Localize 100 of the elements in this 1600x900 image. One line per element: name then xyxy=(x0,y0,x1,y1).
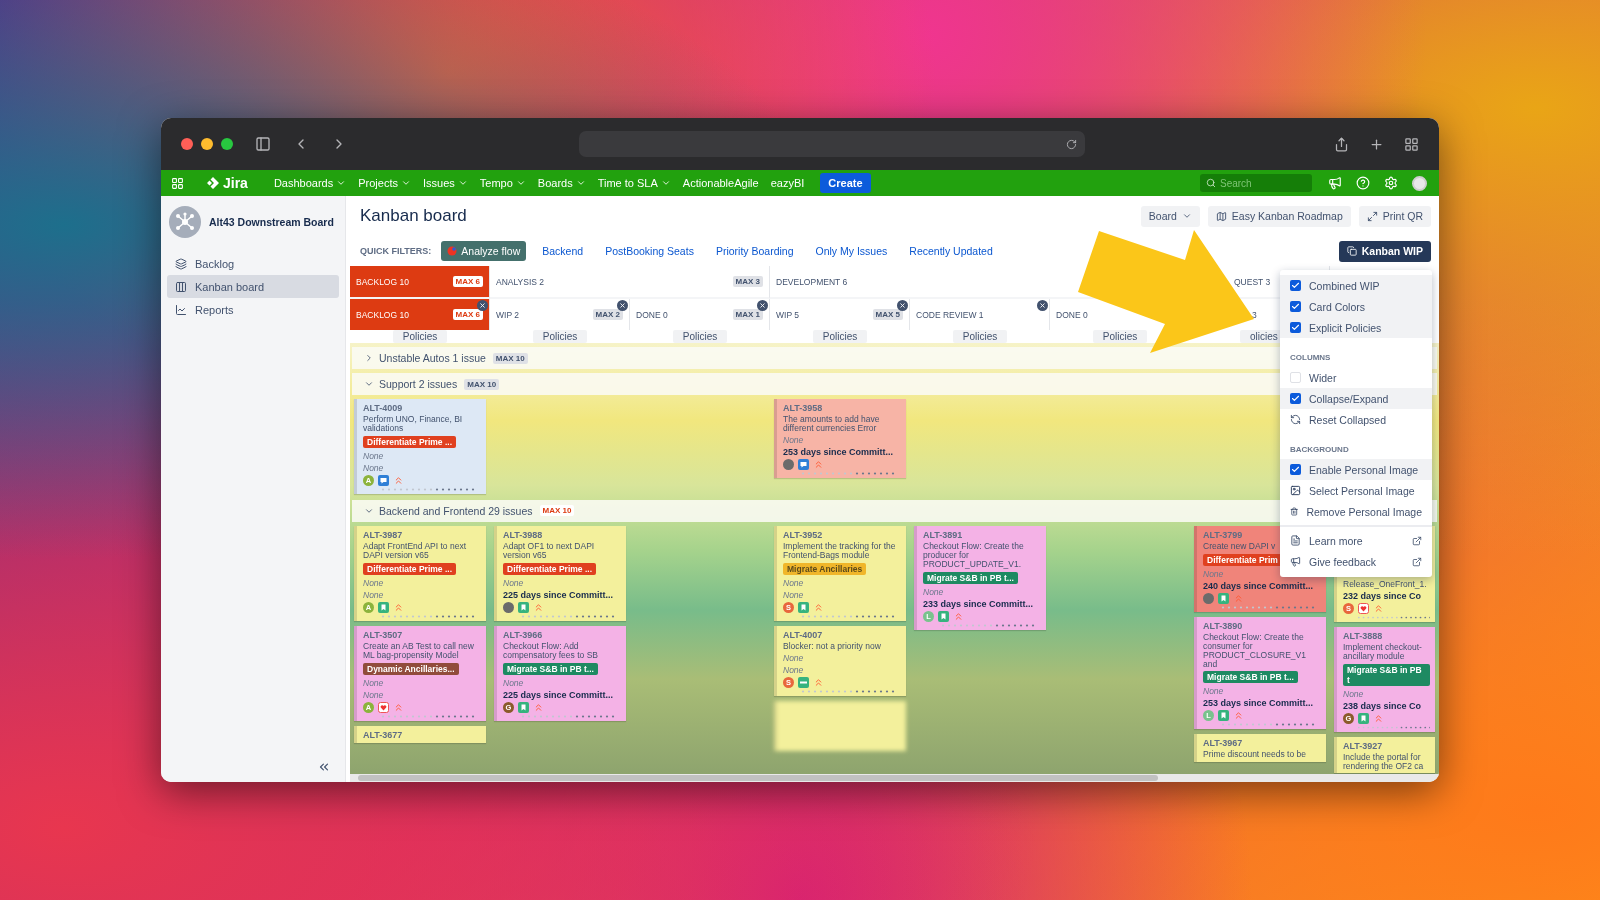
column-title: QUEST 3 xyxy=(1234,276,1271,287)
empty-field: None xyxy=(783,577,901,588)
issue-summary: Create an AB Test to call new ML bag-propensity Model xyxy=(363,641,475,660)
epic-label: Migrate Ancillaries xyxy=(783,562,867,575)
issue-key: ALT-3891 xyxy=(923,529,1041,540)
empty-field: None xyxy=(503,577,621,588)
wip-limit-badge: MAX 10 xyxy=(492,352,528,364)
menu-item-label: Card Colors xyxy=(1309,300,1366,313)
issue-summary: Release_OneFront_1. xyxy=(1343,579,1428,589)
issue-key: ALT-3966 xyxy=(503,629,621,640)
column-title: DEVELOPMENT 6 xyxy=(776,276,848,287)
empty-field: None xyxy=(363,689,481,700)
project-name: Alt43 Downstream Board xyxy=(209,216,334,228)
wip-limit-badge: MAX 6 xyxy=(452,309,483,320)
wip-limit-badge: MAX 5 xyxy=(872,309,903,320)
empty-field: None xyxy=(923,586,1041,597)
empty-field: None xyxy=(783,652,901,663)
column-title: DONE 0 xyxy=(636,309,668,320)
epic-label: Migrate S&B in PB t... xyxy=(503,662,598,675)
issue-summary: Implement checkout-ancillary module xyxy=(1343,642,1423,661)
column-title: ANALYSIS 2 xyxy=(496,276,545,287)
empty-field: None xyxy=(783,589,901,600)
issue-summary: Prime discount needs to be xyxy=(1203,750,1307,760)
menu-item-label: Reset Collapsed xyxy=(1309,413,1387,426)
issue-key: ALT-3988 xyxy=(503,529,621,540)
issue-key: ALT-3890 xyxy=(1203,620,1321,631)
issue-key: ALT-3507 xyxy=(363,629,481,640)
menu-item-label: Enable Personal Image xyxy=(1309,463,1419,476)
menu-item-label: Remove Personal Image xyxy=(1306,505,1422,518)
swimlane-title: Support 2 issues xyxy=(379,378,458,390)
empty-field: None xyxy=(363,462,481,473)
epic-label: Migrate S&B in PB t xyxy=(1343,663,1430,686)
issue-key: ALT-3927 xyxy=(1343,740,1430,751)
issue-summary: Include the portal for rendering the OF2 ca xyxy=(1343,752,1425,771)
menu-section-heading: COLUMNS xyxy=(1289,352,1332,364)
empty-field: None xyxy=(1343,688,1430,699)
issue-key: ALT-3677 xyxy=(363,729,481,740)
column-title: WIP 2 xyxy=(496,309,519,320)
menu-section-heading: BACKGROUND xyxy=(1289,444,1350,456)
column-title: 3 xyxy=(1252,309,1257,320)
issue-summary: Checkout Flow: Add compensatory fees to SB xyxy=(503,641,599,660)
column-title: BACKLOG 10 xyxy=(356,276,409,287)
empty-field: None xyxy=(783,434,901,445)
empty-field: None xyxy=(503,677,621,688)
issue-key: ALT-3958 xyxy=(783,403,901,413)
issue-summary: Blocker: not a priority now xyxy=(783,641,882,651)
issue-key: ALT-3888 xyxy=(1343,630,1430,641)
issue-key: ALT-3987 xyxy=(363,529,481,540)
empty-field: None xyxy=(363,577,481,588)
issue-summary: The amounts to add have different currencies Error xyxy=(783,415,881,433)
days-in-status: 225 days since Committ... xyxy=(503,589,615,600)
wip-limit-badge: MAX 10 xyxy=(464,378,500,390)
days-in-status: 225 days since Committ... xyxy=(503,689,615,700)
issue-summary: Implement the tracking for the Frontend-Bags module xyxy=(783,541,897,560)
issue-key: ALT-4009 xyxy=(363,403,481,413)
wip-limit-badge: MAX 10 xyxy=(539,505,575,517)
swimlane-title: Backend and Frontend 29 issues xyxy=(379,504,533,517)
menu-item-label: Wider xyxy=(1309,371,1337,384)
empty-field: None xyxy=(783,664,901,675)
epic-label: Differentiate Prime ... xyxy=(363,435,457,448)
issue-summary: Adapt OF1 to next DAPI version v65 xyxy=(503,541,596,560)
issue-key: ALT-3952 xyxy=(783,529,901,540)
days-in-status: 253 days since Committ... xyxy=(1203,698,1315,709)
wip-limit-badge: MAX 6 xyxy=(452,276,483,287)
days-in-status: 253 days since Committ... xyxy=(783,446,895,457)
epic-label: Differentiate Prime ... xyxy=(503,562,597,575)
column-title: BACKLOG 10 xyxy=(356,309,409,320)
epic-label: Dynamic Ancillaries... xyxy=(363,662,459,675)
days-in-status: 238 days since Co xyxy=(1343,700,1423,711)
issue-summary: Adapt FrontEnd API to next DAPI version v65 xyxy=(363,541,467,560)
wip-limit-badge: MAX 1 xyxy=(732,309,763,320)
empty-field: None xyxy=(1203,686,1321,697)
column-title: CODE REVIEW 1 xyxy=(916,309,984,320)
issue-key: ALT-4007 xyxy=(783,629,901,640)
column-title: DONE 0 xyxy=(1056,309,1088,320)
epic-label: Differentiate Prim xyxy=(1203,553,1282,566)
empty-field: None xyxy=(363,677,481,688)
epic-label: Migrate S&B in PB t... xyxy=(1203,671,1298,684)
column-title: WIP 5 xyxy=(776,309,799,320)
empty-field: None xyxy=(363,450,481,461)
menu-item-label: Select Personal Image xyxy=(1309,484,1415,497)
empty-field: None xyxy=(363,589,481,600)
wip-limit-badge: MAX 3 xyxy=(732,276,763,287)
days-in-status: 233 days since Committ... xyxy=(923,598,1035,609)
swimlane-title: Unstable Autos 1 issue xyxy=(379,352,486,364)
days-in-status: 240 days since Committ... xyxy=(1203,580,1315,591)
issue-summary: Checkout Flow: Create the consumer for PRODUCT_CLOSURE_V1 and xyxy=(1203,632,1307,669)
days-in-status: 232 days since Co xyxy=(1343,590,1423,601)
epic-label: Differentiate Prime ... xyxy=(363,562,457,575)
menu-item-label: Explicit Policies xyxy=(1309,321,1382,334)
quick-filters-label: QUICK FILTERS: xyxy=(360,246,432,256)
menu-item-label: Combined WIP xyxy=(1309,279,1380,292)
issue-key: ALT-3967 xyxy=(1203,738,1321,749)
menu-item-label: Collapse/Expand xyxy=(1309,392,1389,405)
issue-summary: Checkout Flow: Create the producer for PRODUCT_UPDATE_V1. xyxy=(923,541,1025,569)
page-title: Kanban board xyxy=(360,206,467,226)
epic-label: Migrate S&B in PB t... xyxy=(923,571,1018,584)
logo-text: Jira xyxy=(223,175,248,191)
issue-summary: Perform UNO, Finance, BI validations xyxy=(363,415,464,433)
wip-limit-badge: MAX 2 xyxy=(592,309,623,320)
